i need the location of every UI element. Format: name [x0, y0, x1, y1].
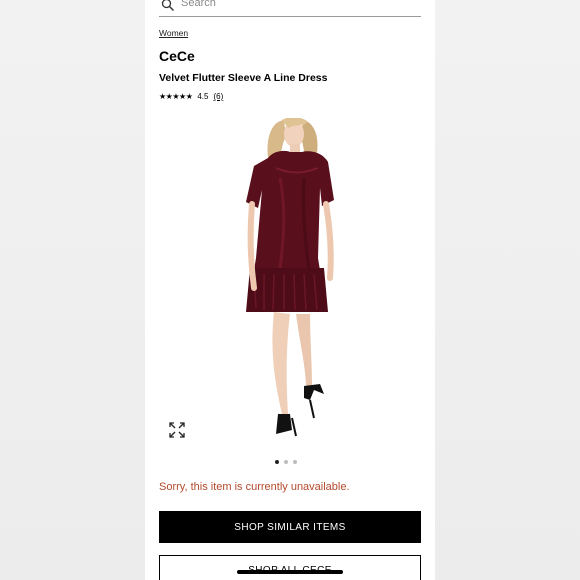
shop-similar-button[interactable]: SHOP SIMILAR ITEMS — [159, 511, 421, 543]
left-backdrop — [0, 0, 145, 580]
unavailable-message: Sorry, this item is currently unavailabl… — [159, 481, 350, 493]
home-indicator — [237, 570, 343, 574]
product-brand[interactable]: CeCe — [159, 48, 195, 64]
product-rating[interactable]: ★★★★★ 4.5 (6) — [159, 92, 223, 101]
rating-value: 4.5 — [197, 92, 209, 101]
breadcrumb-women[interactable]: Women — [159, 28, 188, 38]
search-icon — [161, 0, 174, 11]
shop-all-cece-button[interactable]: SHOP ALL CECE — [159, 555, 421, 580]
carousel-dot[interactable] — [284, 460, 288, 464]
star-rating-icon: ★★★★★ — [159, 92, 193, 101]
carousel-dot[interactable] — [275, 460, 279, 464]
image-carousel-dots — [275, 460, 297, 464]
product-image[interactable] — [240, 118, 350, 440]
search-input[interactable]: Search — [159, 0, 421, 17]
carousel-dot[interactable] — [293, 460, 297, 464]
expand-icon[interactable] — [169, 422, 185, 438]
search-placeholder: Search — [181, 0, 216, 9]
review-count-link[interactable]: (6) — [213, 92, 223, 101]
product-title: Velvet Flutter Sleeve A Line Dress — [159, 72, 328, 84]
product-page: Search Women CeCe Velvet Flutter Sleeve … — [145, 0, 435, 580]
right-backdrop — [435, 0, 580, 580]
